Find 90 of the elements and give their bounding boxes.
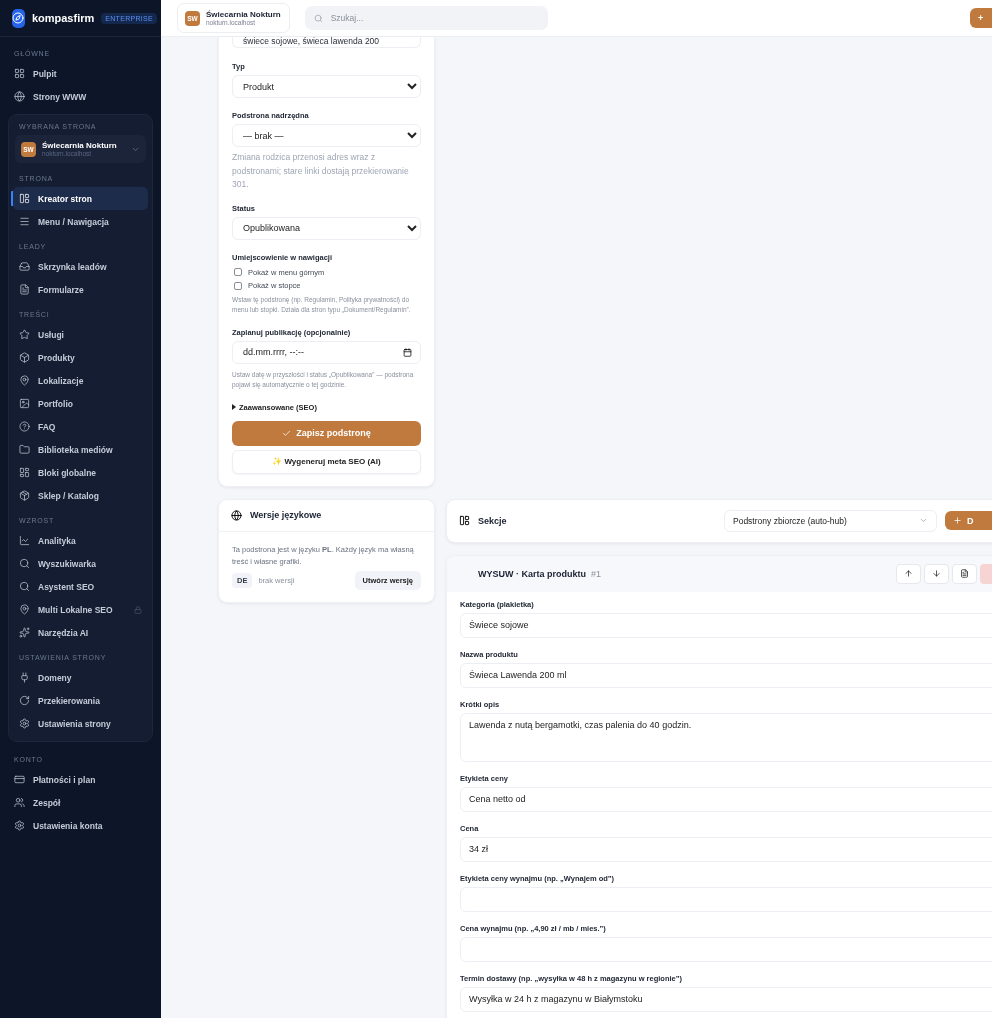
nav-icon [19,398,30,409]
nav-icon [19,581,30,592]
sidebar-item[interactable]: Asystent SEO [13,575,148,598]
nav-icon [19,352,30,363]
nav-icon [19,558,30,569]
search-icon [313,13,323,23]
nav-icon [14,774,25,785]
lock-icon [134,605,142,614]
nav-icon [19,284,30,295]
sidebar-item[interactable]: Wyszukiwarka [13,552,148,575]
chevron-down-icon [919,516,928,525]
sidebar-item[interactable]: Domeny [13,666,148,689]
arrow-down-icon [932,569,941,578]
document-icon [960,569,969,578]
brand-name: kompasfirm [31,12,95,24]
card-title: Wersje językowe [250,510,322,520]
generate-seo-button[interactable]: ✨ Wygeneruj meta SEO (AI) [232,449,421,474]
nav-icon [19,672,30,683]
sidebar-item[interactable]: Sklep / Katalog [13,484,148,507]
sidebar-item[interactable]: Portfolio [13,392,148,415]
nav-icon [19,627,30,638]
sidebar-item[interactable]: Narzędzia AI [13,621,148,644]
nav-icon [19,375,30,386]
text-area[interactable]: Lawenda z nutą bergamotki, czas palenia do 40 godzin. [460,712,992,762]
input-field[interactable]: 34 zł [460,836,992,862]
sidebar-item[interactable]: Ustawienia konta [8,814,153,837]
date-field[interactable]: dd.mm.rrrr, --:-- [232,340,421,364]
sidebar-item[interactable]: Płatności i plan [8,768,153,791]
input-field[interactable]: Wysyłka w 24 h z magazynu w Białymstoku [460,986,992,1012]
nav-icon [19,490,30,501]
arrow-up-icon [904,569,913,578]
layout-icon [459,515,470,526]
move-down-button[interactable] [924,563,949,584]
nav-icon [14,68,25,79]
nav-icon [19,261,30,272]
sidebar-item[interactable]: Menu / Nawigacja [13,210,148,233]
checkbox[interactable] [234,268,242,277]
nav-icon [14,91,25,102]
section-title: WYSUW · Karta produktu [478,568,586,579]
select-field[interactable]: Produkt [232,75,421,98]
sidebar-item[interactable]: Produkty [13,346,148,369]
nav-icon [19,216,30,227]
sidebar-item[interactable]: Strony WWW [8,85,153,108]
nav-icon [19,467,30,478]
search-input[interactable]: Szukaj... [328,12,539,24]
input-field[interactable]: Świeca Lawenda 200 ml [460,662,992,688]
site-name: Świecarnia Nokturn [206,10,281,19]
calendar-icon [403,347,412,357]
sidebar-item[interactable]: Multi Lokalne SEO [13,598,148,621]
nav-icon [19,329,30,340]
nav-icon [19,444,30,455]
card-title: Sekcje [478,515,507,526]
sidebar-item[interactable]: Analityka [13,529,148,552]
nav-icon [19,604,30,615]
compass-logo-icon [12,8,25,28]
nav-icon [19,421,30,432]
input-field[interactable]: Cena netto od [460,786,992,812]
sidebar-item[interactable]: Formularze [13,278,148,301]
sidebar-item[interactable]: FAQ [13,415,148,438]
input-field[interactable]: świece sojowe, świeca lawenda 200 [232,37,421,48]
sidebar-item[interactable]: Kreator stron [13,187,148,210]
document-button[interactable] [952,563,977,584]
section-number: #1 [591,568,601,579]
sidebar-item[interactable]: Bloki globalne [13,461,148,484]
checkbox[interactable] [234,281,242,290]
select-field[interactable]: Podstrony zbiorcze (auto-hub) [724,509,937,532]
nav-icon [14,797,25,808]
sidebar-item[interactable]: Biblioteka mediów [13,438,148,461]
plus-icon [953,516,962,525]
nav-icon [19,535,30,546]
sidebar-item[interactable]: Zespół [8,791,153,814]
search-field[interactable]: Szukaj... [304,6,548,30]
check-icon [282,428,292,438]
nav-icon [14,820,25,831]
site-name: Świecarnia Nokturn [42,141,118,150]
help-text: Zmiana rodzica przenosi adres wraz z podstronami; stare linki dostają przekierowanie 301. [232,151,410,191]
sidebar-item[interactable]: Przekierowania [13,689,148,712]
select-field[interactable]: Opublikowana [232,216,421,240]
sidebar-item[interactable]: Ustawienia strony [13,712,148,735]
sidebar-item[interactable]: Usługi [13,323,148,346]
select-field[interactable]: — brak — [232,124,421,147]
sidebar-item[interactable]: Skrzynka leadów [13,255,148,278]
nav-icon [19,718,30,729]
nav-icon [19,193,30,204]
sidebar-item[interactable]: Lokalizacje [13,369,148,392]
move-up-button[interactable] [896,563,921,584]
globe-icon [231,509,242,521]
input-field[interactable]: Świece sojowe [460,612,992,638]
nav-icon [19,695,30,706]
sidebar-item[interactable]: Pulpit [8,62,153,85]
